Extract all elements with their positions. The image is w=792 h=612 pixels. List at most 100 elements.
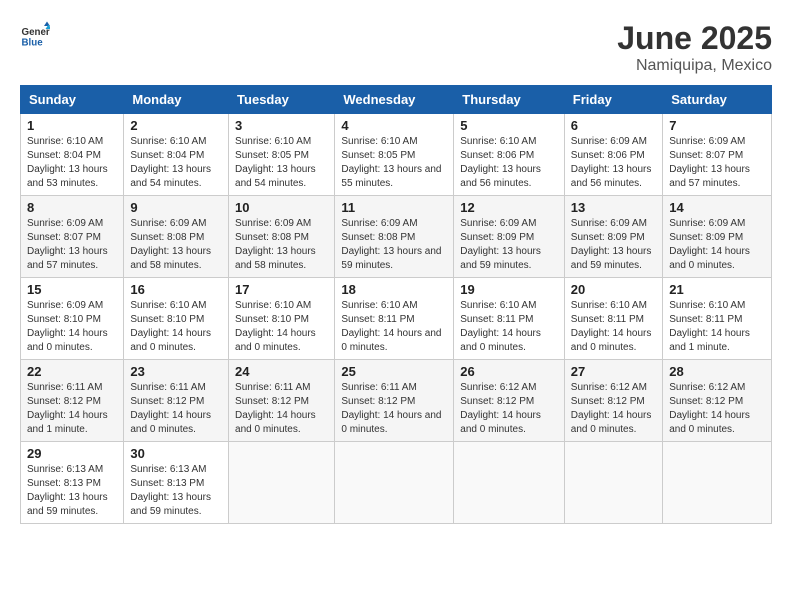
day-info: Sunrise: 6:10 AM Sunset: 8:10 PM Dayligh… <box>235 299 328 355</box>
day-info: Sunrise: 6:09 AM Sunset: 8:06 PM Dayligh… <box>571 135 656 191</box>
day-number: 21 <box>669 282 765 297</box>
table-row: 30 Sunrise: 6:13 AM Sunset: 8:13 PM Dayl… <box>124 442 229 524</box>
weekday-header-row: Sunday Monday Tuesday Wednesday Thursday… <box>21 86 772 114</box>
table-row: 4 Sunrise: 6:10 AM Sunset: 8:05 PM Dayli… <box>335 114 454 196</box>
day-info: Sunrise: 6:12 AM Sunset: 8:12 PM Dayligh… <box>460 381 558 437</box>
table-row <box>663 442 772 524</box>
day-number: 25 <box>341 364 447 379</box>
header: General Blue June 2025 Namiquipa, Mexico <box>20 20 772 75</box>
day-number: 23 <box>130 364 222 379</box>
table-row: 12 Sunrise: 6:09 AM Sunset: 8:09 PM Dayl… <box>454 196 565 278</box>
day-info: Sunrise: 6:11 AM Sunset: 8:12 PM Dayligh… <box>130 381 222 437</box>
calendar-table: Sunday Monday Tuesday Wednesday Thursday… <box>20 85 772 524</box>
day-number: 20 <box>571 282 656 297</box>
day-number: 13 <box>571 200 656 215</box>
day-info: Sunrise: 6:09 AM Sunset: 8:10 PM Dayligh… <box>27 299 117 355</box>
day-number: 2 <box>130 118 222 133</box>
day-number: 1 <box>27 118 117 133</box>
svg-text:Blue: Blue <box>22 38 44 49</box>
day-info: Sunrise: 6:12 AM Sunset: 8:12 PM Dayligh… <box>669 381 765 437</box>
calendar-row: 1 Sunrise: 6:10 AM Sunset: 8:04 PM Dayli… <box>21 114 772 196</box>
day-number: 15 <box>27 282 117 297</box>
calendar-row: 15 Sunrise: 6:09 AM Sunset: 8:10 PM Dayl… <box>21 278 772 360</box>
day-info: Sunrise: 6:09 AM Sunset: 8:09 PM Dayligh… <box>460 217 558 273</box>
day-number: 14 <box>669 200 765 215</box>
calendar-row: 8 Sunrise: 6:09 AM Sunset: 8:07 PM Dayli… <box>21 196 772 278</box>
table-row <box>229 442 335 524</box>
day-info: Sunrise: 6:09 AM Sunset: 8:07 PM Dayligh… <box>669 135 765 191</box>
day-info: Sunrise: 6:10 AM Sunset: 8:11 PM Dayligh… <box>460 299 558 355</box>
day-number: 28 <box>669 364 765 379</box>
table-row: 28 Sunrise: 6:12 AM Sunset: 8:12 PM Dayl… <box>663 360 772 442</box>
title-area: June 2025 Namiquipa, Mexico <box>617 20 772 75</box>
day-number: 11 <box>341 200 447 215</box>
day-info: Sunrise: 6:10 AM Sunset: 8:05 PM Dayligh… <box>235 135 328 191</box>
table-row: 15 Sunrise: 6:09 AM Sunset: 8:10 PM Dayl… <box>21 278 124 360</box>
day-info: Sunrise: 6:09 AM Sunset: 8:09 PM Dayligh… <box>571 217 656 273</box>
calendar-subtitle: Namiquipa, Mexico <box>617 57 772 75</box>
day-number: 29 <box>27 446 117 461</box>
table-row: 25 Sunrise: 6:11 AM Sunset: 8:12 PM Dayl… <box>335 360 454 442</box>
table-row: 6 Sunrise: 6:09 AM Sunset: 8:06 PM Dayli… <box>564 114 662 196</box>
day-number: 6 <box>571 118 656 133</box>
table-row: 27 Sunrise: 6:12 AM Sunset: 8:12 PM Dayl… <box>564 360 662 442</box>
table-row: 2 Sunrise: 6:10 AM Sunset: 8:04 PM Dayli… <box>124 114 229 196</box>
day-info: Sunrise: 6:09 AM Sunset: 8:07 PM Dayligh… <box>27 217 117 273</box>
day-number: 27 <box>571 364 656 379</box>
day-number: 4 <box>341 118 447 133</box>
day-number: 16 <box>130 282 222 297</box>
table-row: 22 Sunrise: 6:11 AM Sunset: 8:12 PM Dayl… <box>21 360 124 442</box>
header-friday: Friday <box>564 86 662 114</box>
header-saturday: Saturday <box>663 86 772 114</box>
logo: General Blue <box>20 20 50 50</box>
day-info: Sunrise: 6:11 AM Sunset: 8:12 PM Dayligh… <box>341 381 447 437</box>
table-row: 9 Sunrise: 6:09 AM Sunset: 8:08 PM Dayli… <box>124 196 229 278</box>
day-info: Sunrise: 6:10 AM Sunset: 8:11 PM Dayligh… <box>341 299 447 355</box>
table-row: 16 Sunrise: 6:10 AM Sunset: 8:10 PM Dayl… <box>124 278 229 360</box>
day-info: Sunrise: 6:11 AM Sunset: 8:12 PM Dayligh… <box>235 381 328 437</box>
day-number: 5 <box>460 118 558 133</box>
table-row: 23 Sunrise: 6:11 AM Sunset: 8:12 PM Dayl… <box>124 360 229 442</box>
header-monday: Monday <box>124 86 229 114</box>
table-row: 13 Sunrise: 6:09 AM Sunset: 8:09 PM Dayl… <box>564 196 662 278</box>
day-number: 8 <box>27 200 117 215</box>
day-number: 17 <box>235 282 328 297</box>
day-number: 30 <box>130 446 222 461</box>
day-number: 24 <box>235 364 328 379</box>
day-info: Sunrise: 6:09 AM Sunset: 8:08 PM Dayligh… <box>235 217 328 273</box>
day-number: 7 <box>669 118 765 133</box>
table-row: 18 Sunrise: 6:10 AM Sunset: 8:11 PM Dayl… <box>335 278 454 360</box>
day-number: 18 <box>341 282 447 297</box>
day-info: Sunrise: 6:09 AM Sunset: 8:08 PM Dayligh… <box>341 217 447 273</box>
day-info: Sunrise: 6:11 AM Sunset: 8:12 PM Dayligh… <box>27 381 117 437</box>
table-row: 24 Sunrise: 6:11 AM Sunset: 8:12 PM Dayl… <box>229 360 335 442</box>
table-row: 17 Sunrise: 6:10 AM Sunset: 8:10 PM Dayl… <box>229 278 335 360</box>
table-row: 11 Sunrise: 6:09 AM Sunset: 8:08 PM Dayl… <box>335 196 454 278</box>
table-row: 5 Sunrise: 6:10 AM Sunset: 8:06 PM Dayli… <box>454 114 565 196</box>
day-info: Sunrise: 6:09 AM Sunset: 8:08 PM Dayligh… <box>130 217 222 273</box>
table-row: 19 Sunrise: 6:10 AM Sunset: 8:11 PM Dayl… <box>454 278 565 360</box>
table-row: 7 Sunrise: 6:09 AM Sunset: 8:07 PM Dayli… <box>663 114 772 196</box>
day-info: Sunrise: 6:10 AM Sunset: 8:11 PM Dayligh… <box>571 299 656 355</box>
table-row: 14 Sunrise: 6:09 AM Sunset: 8:09 PM Dayl… <box>663 196 772 278</box>
day-info: Sunrise: 6:10 AM Sunset: 8:10 PM Dayligh… <box>130 299 222 355</box>
day-info: Sunrise: 6:10 AM Sunset: 8:05 PM Dayligh… <box>341 135 447 191</box>
table-row: 3 Sunrise: 6:10 AM Sunset: 8:05 PM Dayli… <box>229 114 335 196</box>
table-row <box>335 442 454 524</box>
table-row: 26 Sunrise: 6:12 AM Sunset: 8:12 PM Dayl… <box>454 360 565 442</box>
header-wednesday: Wednesday <box>335 86 454 114</box>
table-row <box>454 442 565 524</box>
day-info: Sunrise: 6:10 AM Sunset: 8:11 PM Dayligh… <box>669 299 765 355</box>
day-number: 26 <box>460 364 558 379</box>
table-row <box>564 442 662 524</box>
calendar-row: 22 Sunrise: 6:11 AM Sunset: 8:12 PM Dayl… <box>21 360 772 442</box>
table-row: 10 Sunrise: 6:09 AM Sunset: 8:08 PM Dayl… <box>229 196 335 278</box>
day-number: 19 <box>460 282 558 297</box>
logo-icon: General Blue <box>20 20 50 50</box>
table-row: 29 Sunrise: 6:13 AM Sunset: 8:13 PM Dayl… <box>21 442 124 524</box>
calendar-row: 29 Sunrise: 6:13 AM Sunset: 8:13 PM Dayl… <box>21 442 772 524</box>
day-number: 10 <box>235 200 328 215</box>
table-row: 21 Sunrise: 6:10 AM Sunset: 8:11 PM Dayl… <box>663 278 772 360</box>
header-thursday: Thursday <box>454 86 565 114</box>
calendar-title: June 2025 <box>617 20 772 57</box>
